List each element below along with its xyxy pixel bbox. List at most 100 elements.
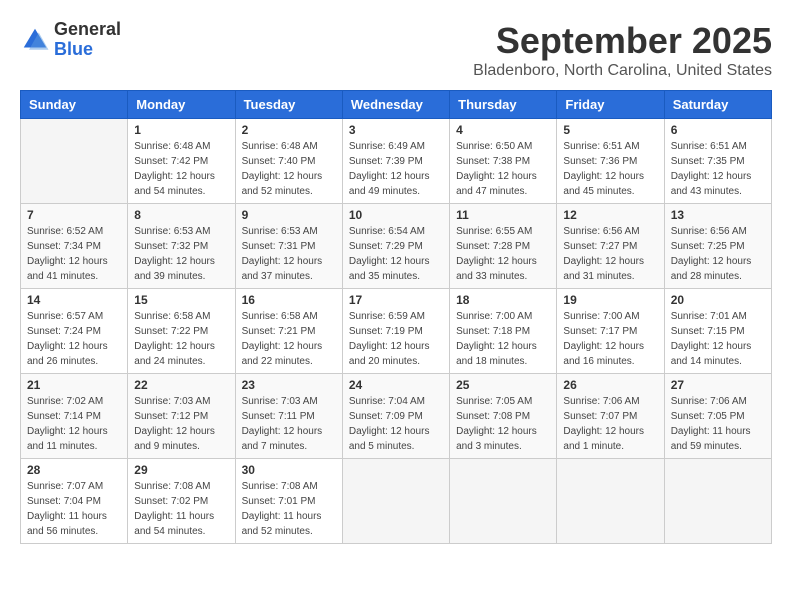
day-number: 5: [563, 123, 657, 137]
title-block: September 2025 Bladenboro, North Carolin…: [473, 20, 772, 80]
day-of-week-header: Sunday: [21, 91, 128, 119]
calendar-day-cell: 10Sunrise: 6:54 AMSunset: 7:29 PMDayligh…: [342, 204, 449, 289]
calendar-day-cell: 5 Sunrise: 6:51 AMSunset: 7:36 PMDaylight…: [557, 119, 664, 204]
day-info: Sunrise: 6:49 AMSunset: 7:39 PMDaylight:…: [349, 139, 443, 199]
calendar-week-row: 21 Sunrise: 7:02 AMSunset: 7:14 PMDayligh…: [21, 374, 772, 459]
calendar-day-cell: [450, 459, 557, 544]
day-number: 8: [134, 208, 228, 222]
day-of-week-header: Monday: [128, 91, 235, 119]
day-info: Sunrise: 6:59 AMSunset: 7:19 PMDaylight:…: [349, 309, 443, 369]
day-number: 28: [27, 463, 121, 477]
calendar-day-cell: 20Sunrise: 7:01 AMSunset: 7:15 PMDayligh…: [664, 289, 771, 374]
day-info: Sunrise: 7:08 AMSunset: 7:02 PMDaylight:…: [134, 479, 228, 539]
calendar-day-cell: 16 Sunrise: 6:58 AMSunset: 7:21 PMDayligh…: [235, 289, 342, 374]
calendar-week-row: 28 Sunrise: 7:07 AMSunset: 7:04 PMDayligh…: [21, 459, 772, 544]
day-of-week-header: Thursday: [450, 91, 557, 119]
day-number: 23: [242, 378, 336, 392]
day-number: 26: [563, 378, 657, 392]
day-number: 30: [242, 463, 336, 477]
calendar-day-cell: 14Sunrise: 6:57 AMSunset: 7:24 PMDayligh…: [21, 289, 128, 374]
day-info: Sunrise: 7:07 AMSunset: 7:04 PMDaylight:…: [27, 479, 121, 539]
logo-general-text: General: [54, 20, 121, 40]
day-info: Sunrise: 6:51 AMSunset: 7:35 PMDaylight:…: [671, 139, 765, 199]
day-of-week-header: Friday: [557, 91, 664, 119]
day-number: 27: [671, 378, 765, 392]
calendar-day-cell: 28 Sunrise: 7:07 AMSunset: 7:04 PMDayligh…: [21, 459, 128, 544]
calendar-day-cell: 13Sunrise: 6:56 AMSunset: 7:25 PMDayligh…: [664, 204, 771, 289]
day-number: 7: [27, 208, 121, 222]
calendar-day-cell: 1 Sunrise: 6:48 AMSunset: 7:42 PMDaylight…: [128, 119, 235, 204]
day-of-week-header: Saturday: [664, 91, 771, 119]
calendar-day-cell: 27 Sunrise: 7:06 AMSunset: 7:05 PMDayligh…: [664, 374, 771, 459]
day-info: Sunrise: 6:55 AMSunset: 7:28 PMDaylight:…: [456, 224, 550, 284]
calendar-day-cell: [21, 119, 128, 204]
day-number: 11: [456, 208, 550, 222]
calendar-day-cell: 2 Sunrise: 6:48 AMSunset: 7:40 PMDaylight…: [235, 119, 342, 204]
calendar-day-cell: 23Sunrise: 7:03 AMSunset: 7:11 PMDayligh…: [235, 374, 342, 459]
day-number: 4: [456, 123, 550, 137]
calendar-day-cell: 6 Sunrise: 6:51 AMSunset: 7:35 PMDaylight…: [664, 119, 771, 204]
day-number: 16: [242, 293, 336, 307]
calendar-header-row: SundayMondayTuesdayWednesdayThursdayFrid…: [21, 91, 772, 119]
day-number: 19: [563, 293, 657, 307]
day-info: Sunrise: 7:04 AMSunset: 7:09 PMDaylight:…: [349, 394, 443, 454]
calendar-day-cell: 19 Sunrise: 7:00 AMSunset: 7:17 PMDayligh…: [557, 289, 664, 374]
day-number: 15: [134, 293, 228, 307]
day-number: 12: [563, 208, 657, 222]
day-number: 17: [349, 293, 443, 307]
day-info: Sunrise: 7:05 AMSunset: 7:08 PMDaylight:…: [456, 394, 550, 454]
day-info: Sunrise: 7:03 AMSunset: 7:12 PMDaylight:…: [134, 394, 228, 454]
day-info: Sunrise: 6:54 AMSunset: 7:29 PMDaylight:…: [349, 224, 443, 284]
day-info: Sunrise: 7:01 AMSunset: 7:15 PMDaylight:…: [671, 309, 765, 369]
day-number: 24: [349, 378, 443, 392]
day-number: 18: [456, 293, 550, 307]
day-number: 22: [134, 378, 228, 392]
calendar-day-cell: 18 Sunrise: 7:00 AMSunset: 7:18 PMDayligh…: [450, 289, 557, 374]
day-number: 1: [134, 123, 228, 137]
day-info: Sunrise: 7:00 AMSunset: 7:17 PMDaylight:…: [563, 309, 657, 369]
calendar-day-cell: [342, 459, 449, 544]
day-info: Sunrise: 6:51 AMSunset: 7:36 PMDaylight:…: [563, 139, 657, 199]
calendar-day-cell: 22 Sunrise: 7:03 AMSunset: 7:12 PMDayligh…: [128, 374, 235, 459]
day-number: 2: [242, 123, 336, 137]
day-info: Sunrise: 6:48 AMSunset: 7:42 PMDaylight:…: [134, 139, 228, 199]
calendar-day-cell: [557, 459, 664, 544]
calendar-day-cell: 9 Sunrise: 6:53 AMSunset: 7:31 PMDaylight…: [235, 204, 342, 289]
month-title: September 2025: [473, 20, 772, 62]
day-number: 9: [242, 208, 336, 222]
day-info: Sunrise: 6:58 AMSunset: 7:22 PMDaylight:…: [134, 309, 228, 369]
day-of-week-header: Tuesday: [235, 91, 342, 119]
calendar-day-cell: 11 Sunrise: 6:55 AMSunset: 7:28 PMDayligh…: [450, 204, 557, 289]
calendar-day-cell: 8 Sunrise: 6:53 AMSunset: 7:32 PMDaylight…: [128, 204, 235, 289]
calendar-day-cell: 25 Sunrise: 7:05 AMSunset: 7:08 PMDayligh…: [450, 374, 557, 459]
calendar-day-cell: 4 Sunrise: 6:50 AMSunset: 7:38 PMDaylight…: [450, 119, 557, 204]
day-info: Sunrise: 7:06 AMSunset: 7:05 PMDaylight:…: [671, 394, 765, 454]
calendar-week-row: 14Sunrise: 6:57 AMSunset: 7:24 PMDayligh…: [21, 289, 772, 374]
calendar-day-cell: 29Sunrise: 7:08 AMSunset: 7:02 PMDayligh…: [128, 459, 235, 544]
calendar-day-cell: 12 Sunrise: 6:56 AMSunset: 7:27 PMDayligh…: [557, 204, 664, 289]
day-info: Sunrise: 6:58 AMSunset: 7:21 PMDaylight:…: [242, 309, 336, 369]
calendar-table: SundayMondayTuesdayWednesdayThursdayFrid…: [20, 90, 772, 544]
day-info: Sunrise: 6:48 AMSunset: 7:40 PMDaylight:…: [242, 139, 336, 199]
day-info: Sunrise: 6:57 AMSunset: 7:24 PMDaylight:…: [27, 309, 121, 369]
location-title: Bladenboro, North Carolina, United State…: [473, 62, 772, 80]
day-info: Sunrise: 6:53 AMSunset: 7:32 PMDaylight:…: [134, 224, 228, 284]
day-number: 6: [671, 123, 765, 137]
logo-blue-text: Blue: [54, 40, 121, 60]
calendar-week-row: 1 Sunrise: 6:48 AMSunset: 7:42 PMDaylight…: [21, 119, 772, 204]
day-info: Sunrise: 7:00 AMSunset: 7:18 PMDaylight:…: [456, 309, 550, 369]
day-number: 25: [456, 378, 550, 392]
day-info: Sunrise: 7:02 AMSunset: 7:14 PMDaylight:…: [27, 394, 121, 454]
calendar-day-cell: 7Sunrise: 6:52 AMSunset: 7:34 PMDaylight…: [21, 204, 128, 289]
day-info: Sunrise: 6:56 AMSunset: 7:27 PMDaylight:…: [563, 224, 657, 284]
day-info: Sunrise: 6:50 AMSunset: 7:38 PMDaylight:…: [456, 139, 550, 199]
day-number: 21: [27, 378, 121, 392]
day-info: Sunrise: 6:56 AMSunset: 7:25 PMDaylight:…: [671, 224, 765, 284]
day-info: Sunrise: 7:06 AMSunset: 7:07 PMDaylight:…: [563, 394, 657, 454]
logo-text: General Blue: [54, 20, 121, 60]
calendar-day-cell: 3Sunrise: 6:49 AMSunset: 7:39 PMDaylight…: [342, 119, 449, 204]
logo-icon: [20, 25, 50, 55]
day-info: Sunrise: 7:08 AMSunset: 7:01 PMDaylight:…: [242, 479, 336, 539]
day-of-week-header: Wednesday: [342, 91, 449, 119]
day-info: Sunrise: 6:53 AMSunset: 7:31 PMDaylight:…: [242, 224, 336, 284]
